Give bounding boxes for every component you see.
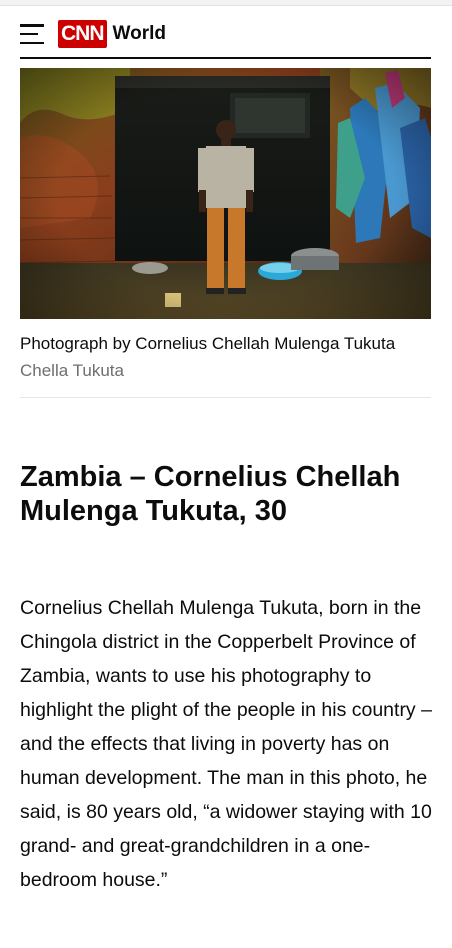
caption-divider [20, 397, 431, 398]
article-photo [20, 68, 431, 319]
cnn-logo[interactable]: CNN World [58, 20, 166, 48]
article-headline: Zambia – Cornelius Chellah Mulenga Tukut… [20, 461, 401, 527]
caption-text: Photograph by Cornelius Chellah Mulenga … [20, 334, 396, 353]
section-label[interactable]: World [113, 23, 166, 45]
header-divider [20, 57, 431, 59]
cnn-logo-mark: CNN [58, 20, 107, 48]
site-header: CNN World [20, 10, 431, 58]
photo-caption: Photograph by Cornelius Chellah Mulenga … [20, 330, 431, 384]
hamburger-menu-icon[interactable] [20, 24, 44, 44]
article-body: Cornelius Chellah Mulenga Tukuta, born i… [20, 597, 432, 891]
photo-credit: Chella Tukuta [20, 361, 124, 380]
browser-top-strip [0, 0, 452, 6]
